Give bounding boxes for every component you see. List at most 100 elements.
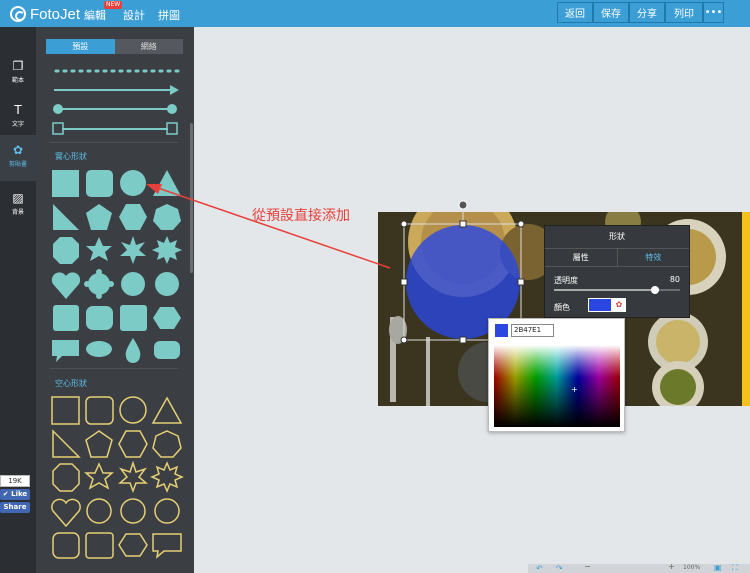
outline-burst-shape[interactable] bbox=[150, 461, 184, 493]
opacity-slider-thumb[interactable] bbox=[651, 286, 659, 294]
outline-triangle-shape[interactable] bbox=[151, 396, 183, 424]
divider bbox=[50, 142, 178, 143]
popup-title: 形狀 bbox=[609, 232, 625, 241]
divider bbox=[50, 368, 178, 369]
solid-oval-bubble-shape[interactable] bbox=[86, 341, 112, 357]
outline-seal-shape[interactable] bbox=[154, 498, 180, 524]
outline-scalloped-circle-shape[interactable] bbox=[120, 498, 146, 524]
outline-right-triangle-shape[interactable] bbox=[52, 429, 81, 458]
zoom-value: 100% bbox=[683, 564, 701, 571]
outline-star-shape[interactable] bbox=[83, 462, 115, 490]
outline-heart-shape[interactable] bbox=[51, 498, 81, 528]
shapes-panel: 預設 網絡 實心形狀 空心形狀 bbox=[36, 27, 194, 573]
nav-design[interactable]: 設計 bbox=[123, 7, 145, 29]
outline-shapes-grid bbox=[51, 396, 184, 559]
outline-shapes-title: 空心形狀 bbox=[55, 379, 87, 388]
outline-badge-shape[interactable] bbox=[86, 498, 112, 524]
solid-pentagon-shape[interactable] bbox=[86, 204, 112, 230]
outline-octagon-shape[interactable] bbox=[52, 463, 80, 492]
nav-edit[interactable]: 編輯 bbox=[84, 7, 106, 23]
like-button[interactable]: ✔ Like bbox=[0, 489, 30, 500]
sidebar-item-clipart[interactable]: ✿ 剪貼畫 bbox=[0, 135, 36, 181]
sidebar-item-template[interactable]: ❐ 範本 bbox=[0, 51, 36, 93]
nav-collage[interactable]: 拼圖 bbox=[158, 7, 180, 23]
panel-tabs: 預設 網絡 bbox=[46, 39, 183, 54]
outline-pentagon-shape[interactable] bbox=[85, 430, 113, 458]
color-wheel-icon[interactable]: ✿ bbox=[612, 298, 626, 312]
color-label: 顏色 bbox=[554, 303, 570, 312]
opacity-label: 透明度 bbox=[554, 276, 578, 285]
solid-rounded-square-shape[interactable] bbox=[86, 170, 113, 197]
like-count: 19K bbox=[0, 475, 30, 487]
outline-speech-bubble-shape[interactable] bbox=[152, 533, 182, 559]
fullscreen-icon[interactable]: ⛶ bbox=[732, 563, 738, 573]
outline-six-point-star-shape[interactable] bbox=[117, 460, 149, 494]
line-presets bbox=[52, 69, 180, 135]
redo-icon[interactable]: ↷ bbox=[556, 564, 563, 573]
background-icon: ▨ bbox=[12, 191, 24, 205]
sidebar-item-text[interactable]: T 文字 bbox=[0, 95, 36, 137]
like-label: Like bbox=[11, 490, 28, 498]
dot-end-line[interactable] bbox=[53, 104, 177, 114]
tab-effects[interactable]: 特效 bbox=[618, 249, 690, 266]
bottom-toolbar: ↶ ↷ − + 100% ▣ ⛶ bbox=[528, 562, 750, 573]
share-button[interactable]: 分享 bbox=[629, 2, 665, 23]
solid-wide-hexagon-shape[interactable] bbox=[153, 307, 181, 329]
outline-wide-hexagon-shape[interactable] bbox=[118, 533, 148, 557]
solid-square-2-shape[interactable] bbox=[120, 305, 147, 331]
undo-icon[interactable]: ↶ bbox=[536, 564, 543, 573]
arrow-line[interactable] bbox=[54, 85, 179, 95]
solid-heart-shape[interactable] bbox=[51, 272, 81, 299]
tab-properties[interactable]: 屬性 bbox=[545, 249, 618, 266]
solid-badge-shape[interactable] bbox=[88, 273, 110, 295]
hex-input[interactable]: 2B47E1 bbox=[511, 324, 554, 337]
tab-presets[interactable]: 預設 bbox=[46, 39, 115, 54]
outline-hexagon-shape[interactable] bbox=[118, 430, 148, 458]
solid-square-shape[interactable] bbox=[52, 170, 79, 197]
solid-frame-shape[interactable] bbox=[86, 306, 113, 330]
opacity-value: 80 bbox=[669, 275, 680, 284]
solid-speech-bubble-shape[interactable] bbox=[52, 340, 79, 362]
back-button[interactable]: 返回 bbox=[557, 2, 593, 23]
solid-rounded-square-2-shape[interactable] bbox=[53, 305, 79, 331]
picker-crosshair[interactable]: + bbox=[571, 385, 578, 394]
color-spectrum[interactable]: + bbox=[494, 345, 620, 427]
fit-icon[interactable]: ▣ bbox=[714, 563, 722, 572]
logo[interactable]: FotoJet bbox=[10, 4, 80, 24]
annotation-text: 從預設直接添加 bbox=[252, 208, 350, 224]
solid-drop-shape[interactable] bbox=[125, 338, 141, 363]
outline-frame-shape[interactable] bbox=[52, 532, 80, 559]
solid-label-shape[interactable] bbox=[154, 341, 180, 359]
solid-octagon-shape[interactable] bbox=[53, 237, 79, 264]
outline-circle-shape[interactable] bbox=[119, 396, 147, 424]
save-button[interactable]: 保存 bbox=[593, 2, 629, 23]
sidebar-item-label: 範本 bbox=[11, 77, 24, 84]
outline-square-shape[interactable] bbox=[51, 396, 80, 425]
shape-properties-popup: 形狀 屬性 特效 透明度 80 顏色 ✿ bbox=[544, 225, 690, 318]
solid-right-triangle-shape[interactable] bbox=[53, 204, 79, 230]
current-color-swatch bbox=[495, 324, 508, 337]
outline-square-2-shape[interactable] bbox=[85, 532, 114, 559]
sidebar-item-background[interactable]: ▨ 背景 bbox=[0, 183, 36, 225]
solid-star-shape[interactable] bbox=[86, 237, 112, 261]
rotate-handle[interactable] bbox=[458, 200, 468, 210]
tab-online[interactable]: 網絡 bbox=[114, 39, 183, 54]
share-social-button[interactable]: Share bbox=[0, 502, 30, 513]
print-button[interactable]: 列印 bbox=[665, 2, 703, 23]
clipart-icon: ✿ bbox=[12, 143, 24, 157]
opacity-slider[interactable] bbox=[554, 286, 680, 294]
more-button[interactable]: ••• bbox=[703, 2, 724, 23]
square-end-line[interactable] bbox=[52, 122, 178, 135]
outline-heptagon-shape[interactable] bbox=[152, 430, 182, 458]
outline-rounded-square-shape[interactable] bbox=[85, 396, 114, 425]
template-icon: ❐ bbox=[12, 59, 24, 73]
social-widget: 19K ✔ Like Share bbox=[0, 475, 30, 513]
color-picker: 2B47E1 + bbox=[488, 318, 625, 432]
zoom-in-icon[interactable]: + bbox=[668, 562, 675, 571]
zoom-out-icon[interactable]: − bbox=[584, 562, 591, 571]
sidebar-item-label: 剪貼畫 bbox=[8, 161, 27, 168]
color-swatch[interactable] bbox=[588, 298, 612, 312]
annotation-arrow bbox=[146, 184, 391, 269]
solid-shapes-title: 實心形狀 bbox=[55, 152, 87, 161]
sidebar-item-label: 文字 bbox=[11, 121, 24, 128]
